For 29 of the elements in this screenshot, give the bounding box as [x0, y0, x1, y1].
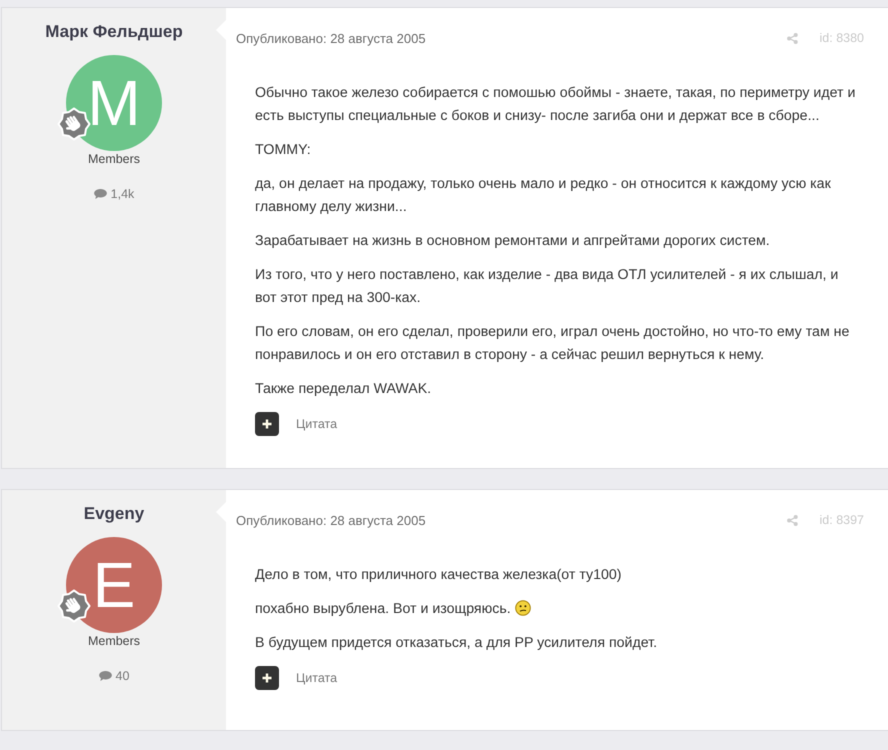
comment-icon [94, 189, 107, 199]
post-text: похабно вырублена. Вот и изощряюсь. [255, 601, 511, 617]
post-text: Также переделал WAWAK. [255, 381, 432, 397]
avatar[interactable]: E [66, 537, 162, 633]
post-date: Опубликовано: 28 августа 2005 [236, 30, 426, 46]
add-quote-button[interactable] [255, 666, 279, 690]
hand-badge-icon [57, 107, 91, 141]
plus-icon [262, 673, 272, 683]
post-text: Из того, что у него поставлено, как изделие - два вида ОТЛ усилителей - я их слышал, и вот этот пред на 300-ках. [255, 267, 838, 306]
member-group: Members [88, 633, 140, 649]
post-text: Дело в том, что приличного качества железка(от ту100) [255, 567, 622, 583]
add-quote-button[interactable] [255, 412, 279, 436]
post-text: По его словам, он его сделал, проверили его, играл очень достойно, но что-то ему там не понравилось и он его отставил в сторону - а сейчас решил вернуться к нему. [255, 324, 850, 363]
member-group: Members [88, 151, 140, 167]
post-text: да, он делает на продажу, только очень мало и редко - он относится к каждому усю как главному делу жизни... [255, 176, 831, 215]
post-text: Обычно такое железо собирается с помошью обоймы - знаете, такая, по периметру идет и есть выступы специальные с боков и снизу- после загиба они и держат все в сборе... [255, 85, 856, 124]
post-text: TOMMY: [255, 142, 311, 158]
quote-link[interactable]: Цитата [296, 671, 338, 685]
plus-icon [262, 419, 272, 429]
author-name[interactable]: Марк Фельдшер [45, 22, 183, 42]
post-count: 40 [116, 668, 130, 684]
comment-icon [98, 671, 112, 681]
post-date: Опубликовано: 28 августа 2005 [236, 512, 426, 528]
post-text: Зарабатывает на жизнь в основном ремонтами и апгрейтами дорогих систем. [255, 233, 770, 249]
author-name[interactable]: Evgeny [84, 504, 144, 524]
hand-badge-icon [57, 589, 91, 623]
quote-link[interactable]: Цитата [296, 417, 338, 431]
post-text: В будущем придется отказаться, а для PP усилителя пойдет. [255, 635, 658, 651]
post-count: 1,4k [110, 186, 134, 202]
